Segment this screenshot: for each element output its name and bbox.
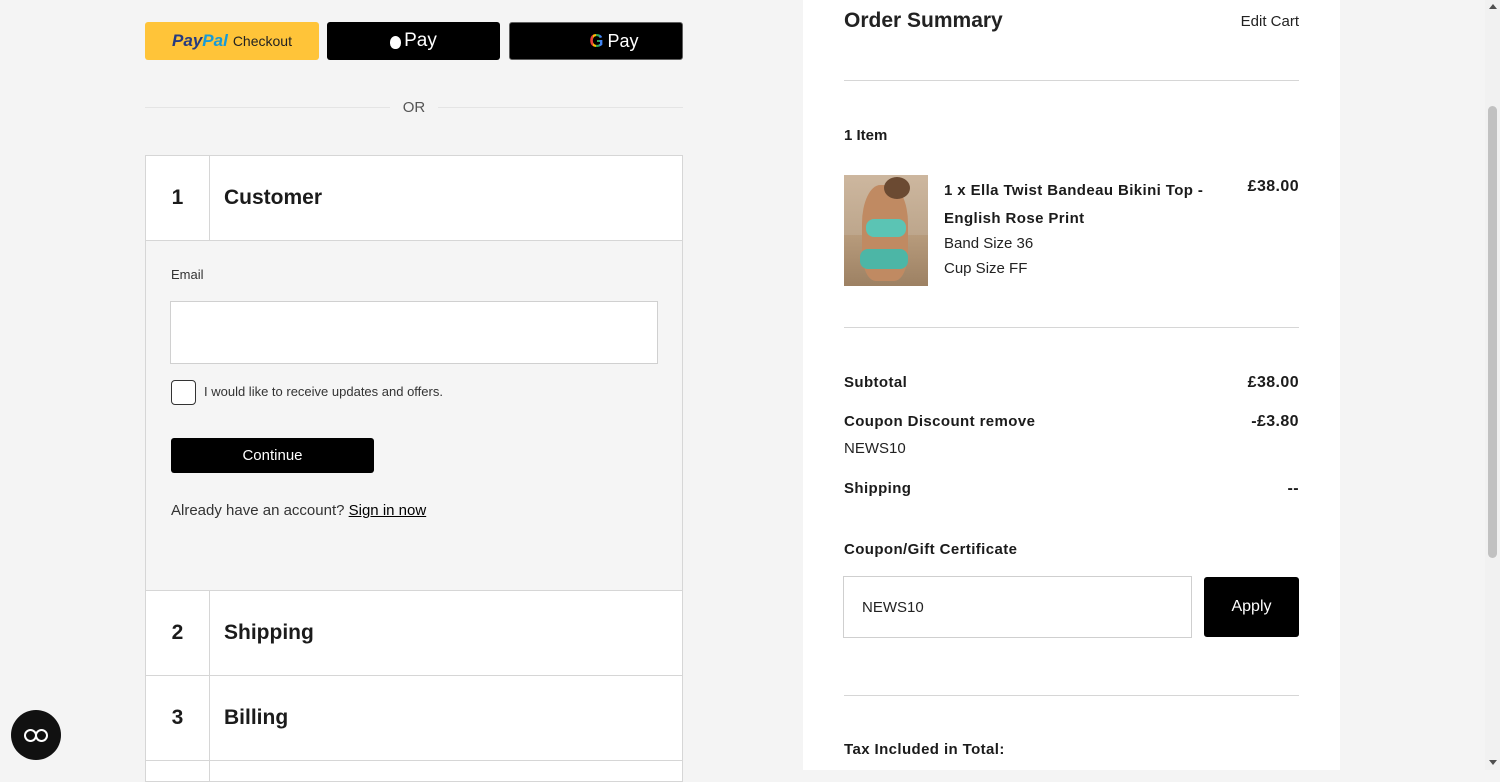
step-billing-header[interactable]: 3 Billing xyxy=(146,676,682,761)
coupon-code: NEWS10 xyxy=(844,440,906,457)
thumbnail-model-hair xyxy=(884,177,910,199)
continue-button[interactable]: Continue xyxy=(171,438,374,473)
product-price: £38.00 xyxy=(1247,178,1299,195)
step-title: Customer xyxy=(224,186,323,209)
paypal-checkout-label: Checkout xyxy=(232,33,292,49)
step-number: 2 xyxy=(146,591,210,675)
divider-line-left xyxy=(145,106,390,108)
scroll-up-arrow-icon[interactable] xyxy=(1489,4,1497,9)
email-label: Email xyxy=(171,267,204,282)
sign-in-prompt: Already have an account? Sign in now xyxy=(171,502,426,519)
divider-line-right xyxy=(438,106,683,108)
tax-included-label: Tax Included in Total: xyxy=(844,741,1005,758)
product-thumbnail xyxy=(844,175,928,286)
checkout-steps: 1 Customer Email I would like to receive… xyxy=(145,155,683,782)
apply-coupon-button[interactable]: Apply xyxy=(1204,577,1299,637)
order-summary-panel: Order Summary Edit Cart 1 Item 1 x Ella … xyxy=(803,0,1340,770)
divider xyxy=(844,327,1299,328)
apple-pay-button[interactable]: Pay xyxy=(327,22,500,60)
step-number-cell xyxy=(146,761,210,781)
scroll-thumb[interactable] xyxy=(1488,106,1497,558)
step-number: 1 xyxy=(146,156,210,240)
paypal-checkout-button[interactable]: Pay Pal Checkout xyxy=(145,22,319,60)
subtotal-label: Subtotal xyxy=(844,374,908,391)
thumbnail-bikini-top xyxy=(866,219,906,237)
step-customer-header: 1 Customer xyxy=(146,156,682,241)
step-title: Shipping xyxy=(224,621,314,644)
shipping-label: Shipping xyxy=(844,480,912,497)
order-summary-title: Order Summary xyxy=(844,9,1003,32)
accessibility-button[interactable] xyxy=(11,710,61,760)
apple-pay-label: Pay xyxy=(404,30,437,51)
subtotal-value: £38.00 xyxy=(1247,374,1299,391)
coupon-remove-link[interactable]: remove xyxy=(980,413,1036,430)
page-scrollbar[interactable] xyxy=(1485,0,1500,770)
product-name: 1 x Ella Twist Bandeau Bikini Top - Engl… xyxy=(944,182,1204,227)
accessibility-icon xyxy=(35,728,48,742)
step-payment-header-partial xyxy=(146,761,682,781)
or-text: OR xyxy=(402,98,426,116)
items-count: 1 Item xyxy=(844,127,888,144)
step-shipping-header[interactable]: 2 Shipping xyxy=(146,591,682,676)
customer-step-body: Email I would like to receive updates an… xyxy=(146,241,682,591)
sign-in-link[interactable]: Sign in now xyxy=(349,502,427,519)
coupon-field-label: Coupon/Gift Certificate xyxy=(844,541,1018,558)
coupon-discount-value: -£3.80 xyxy=(1251,413,1299,430)
coupon-discount-row: Coupon Discount remove xyxy=(844,413,1035,430)
paypal-logo-part1: Pay xyxy=(172,31,203,50)
edit-cart-link[interactable]: Edit Cart xyxy=(1241,13,1299,30)
step-title: Billing xyxy=(224,706,289,729)
divider xyxy=(844,80,1299,81)
account-prompt-text: Already have an account? xyxy=(171,502,345,519)
shipping-value: -- xyxy=(1287,480,1299,497)
newsletter-checkbox[interactable] xyxy=(171,380,196,405)
scroll-down-arrow-icon[interactable] xyxy=(1489,760,1497,765)
product-cup-size: Cup Size FF xyxy=(944,260,1028,277)
apple-icon xyxy=(390,35,402,49)
google-g-icon: G xyxy=(589,30,604,51)
product-band-size: Band Size 36 xyxy=(944,235,1034,252)
step-number: 3 xyxy=(146,676,210,760)
google-pay-label: Pay xyxy=(607,30,639,51)
thumbnail-bikini-bottom xyxy=(860,249,908,269)
or-divider: OR xyxy=(145,97,683,117)
email-field[interactable] xyxy=(170,301,658,364)
paypal-logo-part2: Pal xyxy=(202,31,228,50)
google-pay-button[interactable]: G Pay xyxy=(509,22,683,60)
divider xyxy=(844,695,1299,696)
coupon-input[interactable]: NEWS10 xyxy=(843,576,1192,638)
coupon-discount-label: Coupon Discount xyxy=(844,413,975,430)
newsletter-label: I would like to receive updates and offe… xyxy=(204,384,443,399)
